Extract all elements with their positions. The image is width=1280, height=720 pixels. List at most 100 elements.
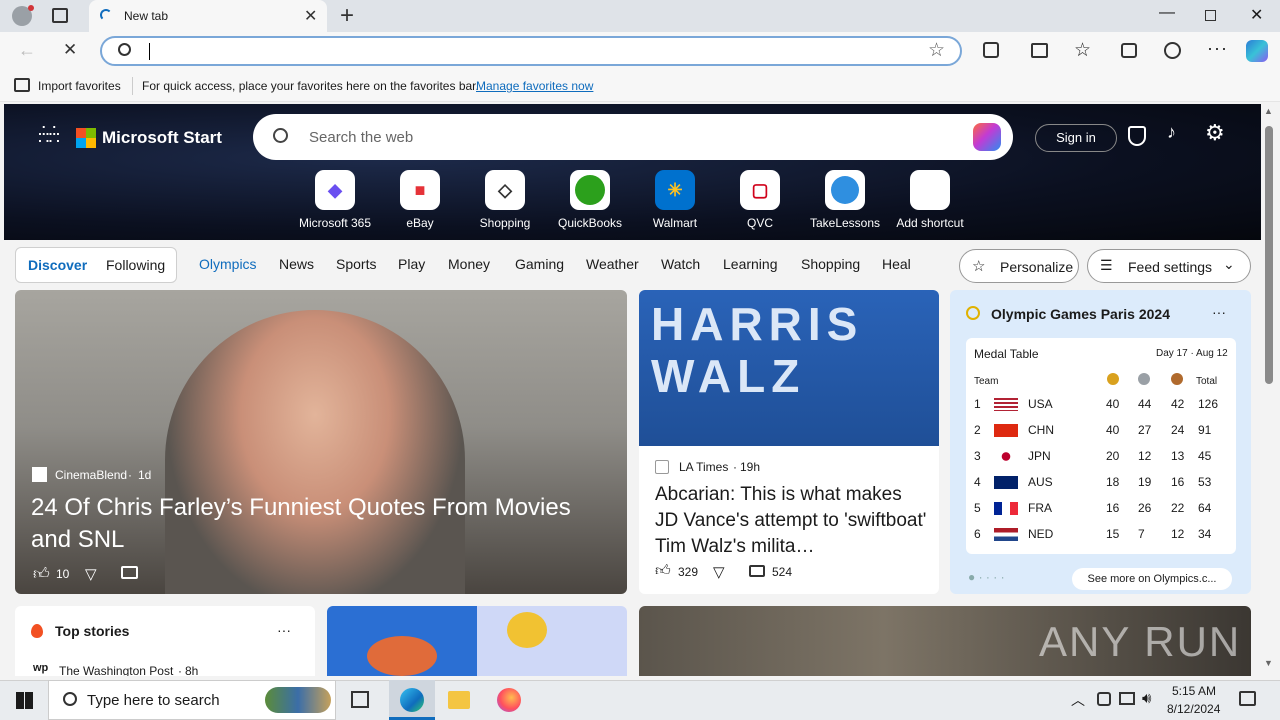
nav-learning[interactable]: Learning bbox=[723, 256, 778, 272]
shortcut-add[interactable]: + Add shortcut bbox=[890, 170, 970, 230]
scrollbar-thumb[interactable] bbox=[1265, 126, 1273, 384]
sign-in-button[interactable]: Sign in bbox=[1035, 124, 1117, 152]
stop-button[interactable]: ✕ bbox=[63, 40, 77, 60]
task-view-icon[interactable] bbox=[351, 691, 369, 708]
brand-name[interactable]: Microsoft Start bbox=[102, 128, 222, 148]
copilot-icon[interactable] bbox=[1246, 40, 1268, 62]
comment-icon[interactable] bbox=[749, 565, 765, 577]
gold-medal-icon bbox=[1107, 373, 1119, 385]
import-favorites-button[interactable]: Import favorites bbox=[38, 79, 121, 93]
shortcut-ebay[interactable]: ■ eBay bbox=[380, 170, 460, 230]
scroll-up-arrow-icon[interactable]: ▲ bbox=[1264, 106, 1273, 116]
shortcut-takelessons[interactable]: TakeLessons bbox=[805, 170, 885, 230]
widget-title[interactable]: Olympic Games Paris 2024 bbox=[991, 306, 1170, 322]
restore-button[interactable] bbox=[1205, 10, 1216, 21]
tab-following[interactable]: Following bbox=[106, 257, 165, 273]
tab-close-icon[interactable]: ✕ bbox=[304, 6, 317, 26]
video-card[interactable]: ANY RUN bbox=[639, 606, 1251, 676]
nav-watch[interactable]: Watch bbox=[661, 256, 700, 272]
nav-shopping[interactable]: Shopping bbox=[801, 256, 860, 272]
like-icon[interactable]: 👍︎ bbox=[33, 565, 50, 584]
team: JPN bbox=[1028, 449, 1051, 463]
medal-row-fra[interactable]: 5 FRA 16 26 22 64 bbox=[966, 495, 1226, 521]
address-bar[interactable]: ☆ bbox=[100, 36, 962, 66]
page-scrollbar[interactable]: ▲ ▼ bbox=[1262, 104, 1276, 676]
shortcut-qvc[interactable]: ▢ QVC bbox=[720, 170, 800, 230]
sign-in-label: Sign in bbox=[1056, 130, 1096, 145]
carousel-dots[interactable]: ● · · · · bbox=[968, 570, 1005, 584]
dislike-icon[interactable]: ▽ bbox=[85, 565, 97, 583]
medal-row-ned[interactable]: 6 NED 15 7 12 34 bbox=[966, 521, 1226, 547]
tab-actions-icon[interactable] bbox=[52, 8, 68, 23]
new-tab-button[interactable]: + bbox=[340, 2, 354, 30]
clock-time[interactable]: 5:15 AM bbox=[1172, 684, 1216, 698]
source-logo-icon bbox=[32, 467, 47, 482]
medal-row-jpn[interactable]: 3 JPN 20 12 13 45 bbox=[966, 443, 1226, 469]
nav-gaming[interactable]: Gaming bbox=[515, 256, 564, 272]
medal-row-aus[interactable]: 4 AUS 18 19 16 53 bbox=[966, 469, 1226, 495]
shortcut-walmart[interactable]: ✳ Walmart bbox=[635, 170, 715, 230]
notification-center-icon[interactable] bbox=[1239, 691, 1256, 706]
manage-favorites-link[interactable]: Manage favorites now bbox=[476, 79, 593, 93]
tab-new-tab[interactable]: New tab ✕ bbox=[89, 0, 327, 32]
shortcut-quickbooks[interactable]: QuickBooks bbox=[550, 170, 630, 230]
shortcut-microsoft365[interactable]: ◆ Microsoft 365 bbox=[295, 170, 375, 230]
top-stories-title[interactable]: Top stories bbox=[55, 623, 129, 639]
top-stories-more-icon[interactable]: ··· bbox=[277, 622, 291, 638]
favorites-icon[interactable]: ☆ bbox=[1074, 39, 1091, 62]
rewards-icon[interactable] bbox=[1128, 126, 1146, 146]
dislike-icon[interactable]: ▽ bbox=[713, 563, 725, 581]
tab-discover[interactable]: Discover bbox=[28, 257, 87, 273]
notification-dot-icon bbox=[28, 5, 34, 11]
source-logo-icon bbox=[655, 460, 669, 474]
split-screen-icon[interactable] bbox=[1031, 43, 1048, 58]
nav-health[interactable]: Heal bbox=[882, 256, 911, 272]
main-article-card[interactable]: CinemaBlend · 1d 24 Of Chris Farley’s Fu… bbox=[15, 290, 627, 594]
file-explorer-icon[interactable] bbox=[448, 691, 470, 709]
illustration-card[interactable] bbox=[327, 606, 627, 676]
favorite-star-icon[interactable]: ☆ bbox=[928, 39, 945, 62]
taskbar-search[interactable]: Type here to search bbox=[48, 680, 336, 720]
nav-olympics[interactable]: Olympics bbox=[199, 256, 257, 272]
article-title[interactable]: 24 Of Chris Farley’s Funniest Quotes Fro… bbox=[31, 492, 601, 556]
scroll-down-arrow-icon[interactable]: ▼ bbox=[1264, 658, 1273, 668]
back-button[interactable]: ← bbox=[18, 40, 36, 61]
browser-essentials-icon[interactable] bbox=[1164, 42, 1181, 59]
notifications-bell-icon[interactable]: ♪ bbox=[1167, 122, 1176, 143]
tray-app-icon[interactable] bbox=[1097, 692, 1111, 706]
article-title[interactable]: Abcarian: This is what makes JD Vance's … bbox=[655, 482, 927, 560]
nav-weather[interactable]: Weather bbox=[586, 256, 639, 272]
tray-chevron-up-icon[interactable]: ︿ bbox=[1071, 690, 1085, 710]
comment-icon[interactable] bbox=[121, 566, 138, 579]
settings-more-icon[interactable]: ··· bbox=[1207, 38, 1228, 59]
medal-table[interactable]: Medal Table Day 17 · Aug 12 Team Total 1… bbox=[966, 338, 1236, 554]
side-article-card[interactable]: HARRIS WALZ LA Times · 19h Abcarian: Thi… bbox=[639, 290, 939, 594]
widget-more-icon[interactable]: ··· bbox=[1212, 304, 1226, 320]
see-more-olympics-button[interactable]: See more on Olympics.c... bbox=[1072, 568, 1232, 590]
like-icon[interactable]: 👍︎ bbox=[655, 562, 671, 580]
volume-icon[interactable]: 🔊︎ bbox=[1142, 690, 1151, 707]
close-window-button[interactable]: ✕ bbox=[1250, 5, 1263, 25]
feed-settings-button[interactable]: ☰ Feed settings ⌄ bbox=[1087, 249, 1251, 283]
extensions-icon[interactable] bbox=[983, 42, 999, 58]
app-launcher-icon[interactable]: ∴∴ ∴∴ bbox=[38, 122, 60, 147]
web-search-box[interactable]: Search the web bbox=[253, 114, 1013, 160]
nav-sports[interactable]: Sports bbox=[336, 256, 376, 272]
firefox-icon[interactable] bbox=[497, 688, 521, 712]
shortcut-shopping[interactable]: ◇ Shopping bbox=[465, 170, 545, 230]
nav-news[interactable]: News bbox=[279, 256, 314, 272]
minimize-button[interactable]: — bbox=[1159, 4, 1175, 22]
copilot-search-icon[interactable] bbox=[973, 123, 1001, 151]
medal-row-usa[interactable]: 1 USA 40 44 42 126 bbox=[966, 391, 1226, 417]
search-highlight-image bbox=[265, 687, 331, 713]
medal-row-chn[interactable]: 2 CHN 40 27 24 91 bbox=[966, 417, 1226, 443]
windows-start-icon[interactable] bbox=[16, 692, 33, 709]
nav-play[interactable]: Play bbox=[398, 256, 425, 272]
feed-settings-label: Feed settings bbox=[1128, 259, 1213, 275]
nav-money[interactable]: Money bbox=[448, 256, 490, 272]
collections-icon[interactable] bbox=[1121, 43, 1137, 58]
clock-date[interactable]: 8/12/2024 bbox=[1167, 702, 1220, 716]
network-icon[interactable] bbox=[1119, 692, 1135, 705]
page-settings-gear-icon[interactable]: ⚙ bbox=[1205, 120, 1225, 146]
personalize-button[interactable]: ☆ Personalize bbox=[959, 249, 1079, 283]
